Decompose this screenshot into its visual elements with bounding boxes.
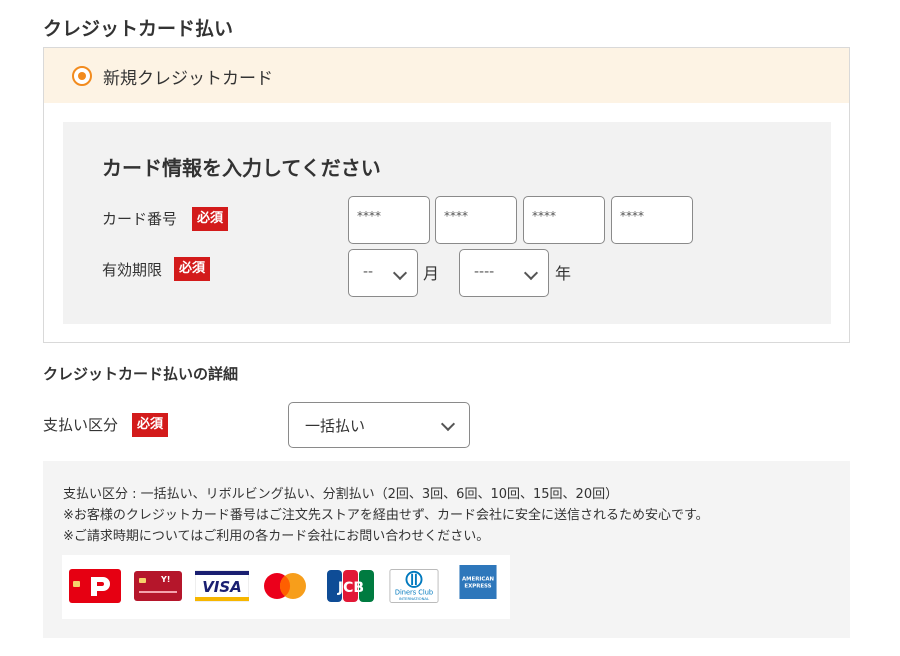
visa-logo-icon: VISA bbox=[195, 570, 249, 602]
card-info-panel: カード情報を入力してください カード番号 必須 **** **** **** *… bbox=[63, 122, 831, 324]
card-number-input-1[interactable]: **** bbox=[348, 196, 430, 244]
jcb-logo-icon: JCB bbox=[327, 570, 374, 602]
payment-type-value: 一括払い bbox=[305, 417, 366, 435]
svg-text:Y!: Y! bbox=[160, 575, 170, 584]
expiry-year-select[interactable]: ---- bbox=[459, 249, 549, 297]
required-badge: 必須 bbox=[192, 207, 229, 231]
mastercard-logo-icon bbox=[264, 573, 306, 599]
yahoo-card-icon: Y! bbox=[134, 571, 182, 601]
amex-logo-text: AMERICAN bbox=[462, 576, 495, 582]
expiry-month-value: -- bbox=[363, 264, 374, 280]
expiry-month-select[interactable]: -- bbox=[348, 249, 418, 297]
card-number-input-2[interactable]: **** bbox=[435, 196, 517, 244]
new-card-label[interactable]: 新規クレジットカード bbox=[103, 64, 273, 89]
chevron-down-icon bbox=[440, 416, 456, 432]
details-title: クレジットカード払いの詳細 bbox=[43, 365, 239, 383]
card-number-input-3[interactable]: **** bbox=[523, 196, 605, 244]
required-badge: 必須 bbox=[174, 257, 211, 281]
diners-logo-subtext: INTERNATIONAL bbox=[399, 597, 430, 601]
new-card-radio[interactable] bbox=[72, 66, 92, 86]
radio-selected-dot bbox=[78, 72, 86, 80]
info-line: 支払い区分 : 一括払い、リボルビング払い、分割払い（2回、3回、6回、10回、… bbox=[63, 487, 619, 502]
visa-logo-text: VISA bbox=[202, 578, 242, 596]
card-number-input-4[interactable]: **** bbox=[611, 196, 693, 244]
amex-logo-icon: AMERICAN EXPRESS bbox=[459, 565, 497, 599]
expiry-year-value: ---- bbox=[474, 264, 495, 280]
diners-club-logo-icon: Diners Club INTERNATIONAL bbox=[389, 569, 439, 603]
new-card-option[interactable]: 新規クレジットカード bbox=[44, 48, 849, 103]
card-brand-logos: Y! VISA JCB Diners Club INTERNATIONAL AM… bbox=[62, 555, 510, 619]
month-unit: 月 bbox=[423, 264, 440, 283]
section-title: クレジットカード払い bbox=[43, 18, 234, 40]
chevron-down-icon bbox=[523, 265, 539, 281]
paypay-card-icon bbox=[69, 569, 121, 603]
chevron-down-icon bbox=[392, 265, 408, 281]
payment-type-select[interactable]: 一括払い bbox=[288, 402, 470, 448]
expiry-label: 有効期限 bbox=[102, 261, 163, 279]
year-unit: 年 bbox=[555, 264, 572, 283]
card-info-title: カード情報を入力してください bbox=[102, 156, 381, 180]
diners-logo-text: Diners Club bbox=[395, 589, 433, 597]
payment-type-label: 支払い区分 bbox=[43, 416, 119, 434]
info-line: ※ご請求時期についてはご利用の各カード会社にお問い合わせください。 bbox=[63, 529, 490, 544]
jcb-logo-text: JCB bbox=[337, 580, 364, 596]
amex-logo-subtext: EXPRESS bbox=[464, 583, 491, 589]
card-number-label: カード番号 bbox=[102, 210, 178, 228]
payment-info-panel: 支払い区分 : 一括払い、リボルビング払い、分割払い（2回、3回、6回、10回、… bbox=[43, 461, 850, 638]
info-line: ※お客様のクレジットカード番号はご注文先ストアを経由せず、カード会社に安全に送信… bbox=[63, 508, 709, 523]
required-badge: 必須 bbox=[132, 413, 169, 437]
credit-card-box: 新規クレジットカード カード情報を入力してください カード番号 必須 **** … bbox=[43, 47, 850, 343]
